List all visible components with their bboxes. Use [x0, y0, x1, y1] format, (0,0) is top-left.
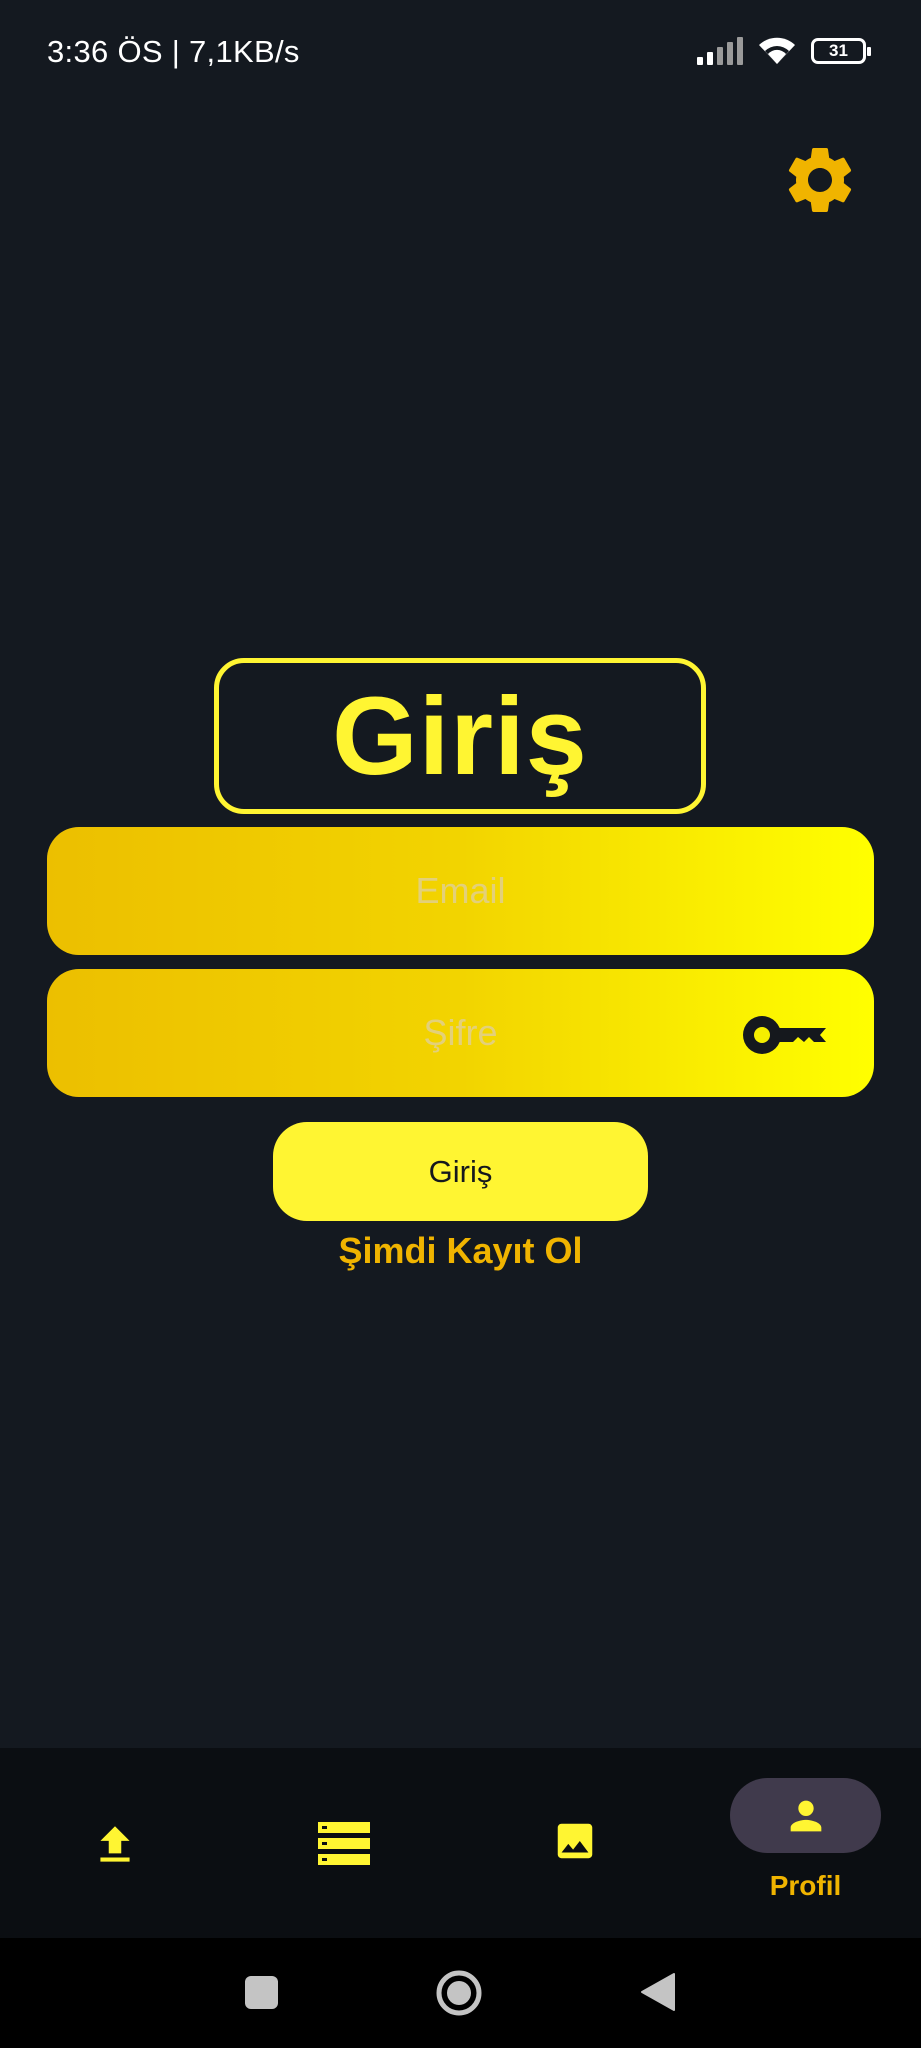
home-button[interactable] [436, 1970, 482, 2016]
status-bar: 3:36 ÖS | 7,1KB/s 31 [0, 0, 921, 105]
gear-icon [788, 147, 852, 212]
nav-item-profile-label[interactable]: Profil [730, 1870, 881, 1902]
back-button[interactable] [640, 1972, 676, 2012]
recent-apps-button[interactable] [245, 1976, 278, 2009]
status-icons: 31 [697, 36, 871, 66]
email-field-container [47, 827, 874, 955]
nav-item-profile[interactable] [730, 1778, 881, 1853]
battery-level: 31 [829, 41, 848, 60]
page-title: Giriş [332, 674, 588, 798]
settings-button[interactable] [780, 140, 860, 220]
status-time-speed: 3:36 ÖS | 7,1KB/s [47, 34, 300, 69]
battery-icon: 31 [811, 38, 871, 64]
register-link[interactable]: Şimdi Kayıt Ol [0, 1230, 921, 1272]
signal-icon [697, 37, 743, 65]
email-input[interactable] [47, 827, 874, 955]
person-icon [790, 1800, 821, 1831]
title-box: Giriş [214, 658, 706, 814]
key-icon[interactable] [740, 1011, 828, 1059]
nav-item-upload[interactable] [90, 1820, 140, 1870]
system-navigation-bar [0, 1938, 921, 2048]
image-icon [557, 1823, 593, 1859]
wifi-icon [759, 37, 795, 64]
login-screen: 3:36 ÖS | 7,1KB/s 31 Giriş Email Giriş Ş… [0, 0, 921, 2048]
upload-icon [100, 1826, 130, 1862]
list-icon [318, 1822, 370, 1865]
bottom-navigation: Profil [0, 1748, 921, 1938]
nav-item-gallery[interactable] [552, 1818, 598, 1864]
nav-item-list[interactable] [318, 1820, 370, 1868]
login-button[interactable]: Giriş [273, 1122, 648, 1221]
password-field-container [47, 969, 874, 1097]
